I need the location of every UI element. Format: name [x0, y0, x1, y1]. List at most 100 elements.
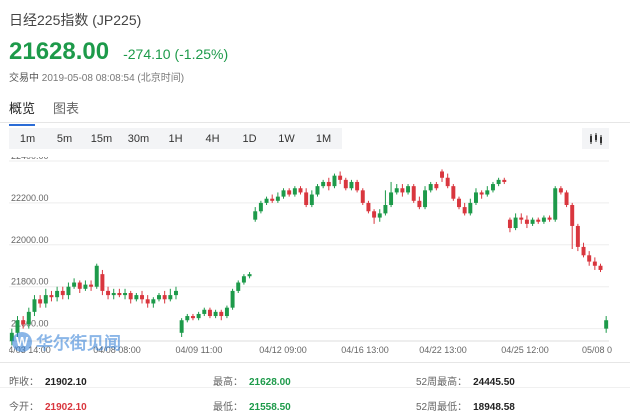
candle-body: [230, 290, 235, 308]
candle-body: [72, 282, 77, 287]
candle-body: [332, 175, 337, 187]
candle-body: [343, 179, 348, 189]
candle-body: [570, 205, 575, 226]
candle-body: [468, 202, 473, 214]
candle-body: [21, 320, 26, 325]
candle-body: [338, 175, 343, 180]
candle-body: [400, 188, 405, 193]
watermark-logo: W: [12, 331, 32, 352]
candle-body: [60, 290, 65, 296]
period-1d[interactable]: 1D: [231, 133, 268, 145]
candle-body: [417, 200, 422, 208]
candle-body: [524, 219, 529, 224]
period-selector: 1m 5m 15m 30m 1H 4H 1D 1W 1M: [9, 128, 342, 149]
chart-type-button[interactable]: [582, 128, 609, 149]
candle-body: [292, 188, 297, 195]
stat-label: 今开：: [9, 402, 39, 413]
candle-body: [502, 179, 507, 182]
price-chart: 22400.0022200.0022000.0021800.0021600.00…: [9, 157, 612, 355]
candle-body: [128, 293, 133, 300]
candle-body: [428, 184, 433, 191]
candle-body: [309, 194, 314, 205]
period-1h[interactable]: 1H: [157, 133, 194, 145]
stat-value: 21558.50: [249, 402, 291, 413]
candle-body: [145, 299, 150, 304]
candle-body: [236, 282, 241, 291]
candle-body: [411, 186, 416, 201]
candle-body: [43, 295, 48, 304]
candle-body: [219, 311, 224, 317]
candle-body: [106, 290, 111, 296]
candle-body: [174, 290, 178, 296]
candle-body: [547, 217, 552, 220]
candle-body: [162, 295, 167, 300]
candle-body: [479, 192, 484, 195]
candle-body: [168, 295, 173, 300]
price-row: 21628.00 -274.10 (-1.25%): [9, 38, 228, 66]
period-4h[interactable]: 4H: [194, 133, 231, 145]
candle-body: [275, 196, 280, 201]
candle-body: [326, 181, 331, 187]
period-30m[interactable]: 30m: [120, 133, 157, 145]
period-15m[interactable]: 15m: [83, 133, 120, 145]
candle-body: [440, 171, 444, 178]
candle-body: [196, 313, 201, 319]
candle-body: [541, 217, 546, 222]
candle-body: [134, 295, 139, 300]
candle-body: [117, 293, 122, 296]
candle-body: [111, 293, 116, 296]
candle-body: [366, 202, 371, 212]
candle-body: [281, 190, 286, 197]
stat-value: 21902.10: [45, 402, 87, 413]
stat-prev-close: 昨收： 21902.10: [9, 373, 87, 388]
candle-body: [298, 188, 303, 193]
candle-body: [462, 207, 467, 214]
stat-open: 今开： 21902.10: [9, 398, 87, 413]
candle-body: [598, 265, 603, 270]
candle-body: [372, 211, 377, 218]
candle-body: [258, 202, 263, 212]
candle-body: [558, 188, 563, 193]
candle-body: [315, 186, 320, 195]
stat-high: 最高： 21628.00: [213, 373, 291, 388]
candle-body: [349, 181, 354, 189]
candle-body: [207, 309, 212, 317]
y-tick-label: 22400.00: [11, 157, 49, 161]
y-tick-label: 22000.00: [11, 235, 49, 245]
trade-status-line: 交易中 2019-05-08 08:08:54 (北京时间): [9, 69, 184, 84]
x-tick-label: 04/22 13:00: [419, 345, 467, 355]
tab-divider: [0, 122, 630, 123]
period-5m[interactable]: 5m: [46, 133, 83, 145]
stat-52w-high: 52周最高： 24445.50: [416, 373, 515, 388]
period-1mo[interactable]: 1M: [305, 133, 342, 145]
candle-body: [592, 261, 597, 266]
candle-body: [26, 311, 31, 325]
candle-body: [581, 246, 586, 256]
watermark: W 华尔街见闻: [12, 329, 121, 354]
candle-body: [394, 188, 399, 193]
period-1w[interactable]: 1W: [268, 133, 305, 145]
candle-body: [536, 219, 541, 222]
candle-body: [513, 217, 518, 229]
candle-body: [587, 255, 592, 262]
candle-body: [287, 190, 292, 195]
candle-body: [140, 295, 144, 300]
candle-body: [530, 219, 535, 224]
candle-body: [100, 274, 105, 291]
candle-body: [89, 284, 94, 287]
candle-body: [304, 192, 309, 205]
candle-body: [213, 311, 218, 317]
stats-divider: [0, 362, 630, 363]
candle-body: [474, 192, 478, 203]
candle-body: [32, 299, 37, 312]
y-tick-label: 22200.00: [11, 193, 49, 203]
candle-body: [157, 295, 161, 300]
period-1m[interactable]: 1m: [9, 133, 46, 145]
candle-body: [355, 181, 360, 191]
stats-row-divider: [0, 387, 630, 388]
candle-body: [241, 276, 246, 283]
x-tick-label: 04/12 09:00: [259, 345, 307, 355]
candle-body: [321, 181, 326, 187]
stat-low: 最低： 21558.50: [213, 398, 291, 413]
watermark-text: 华尔街见闻: [36, 334, 121, 354]
